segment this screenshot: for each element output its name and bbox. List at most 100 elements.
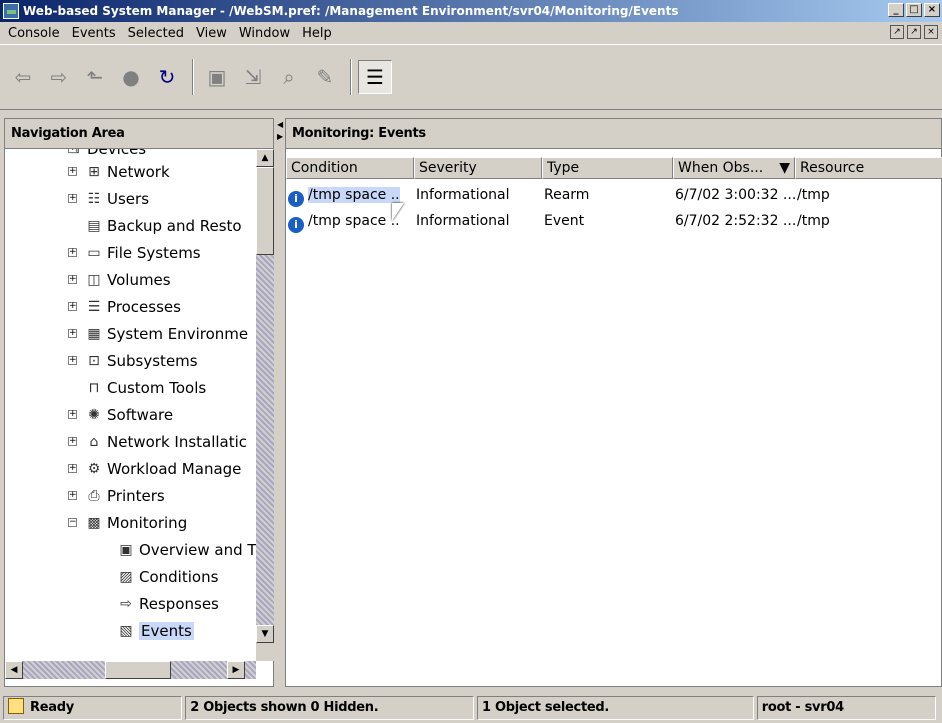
install-icon: ⌂	[89, 433, 99, 450]
tree-item-custom-tools[interactable]: ⊓ Custom Tools	[85, 374, 207, 401]
websm-app-icon	[3, 3, 19, 19]
expand-icon[interactable]: +	[68, 302, 77, 311]
toolbar: ⇦ ⇨ ⬑ ● ↻ ▣ ⇲ ⌕ ✎ ☰	[0, 44, 942, 110]
tree-item-file-systems[interactable]: ▭ File Systems	[85, 239, 200, 266]
sort-descending-icon: ▼	[779, 160, 790, 176]
maximize-button[interactable]: □	[906, 3, 922, 17]
scroll-track[interactable]	[256, 255, 274, 643]
expand-icon[interactable]: +	[68, 437, 77, 446]
column-resource[interactable]: Resource	[795, 157, 942, 179]
menu-help[interactable]: Help	[296, 26, 338, 41]
mouse-pointer-icon	[392, 203, 404, 221]
expand-icon[interactable]: +	[68, 464, 77, 473]
column-when-observed[interactable]: When Obs... ▼	[673, 157, 795, 179]
expand-icon[interactable]: +	[68, 149, 77, 153]
tree-vertical-scrollbar[interactable]: ▲ ▼	[256, 149, 274, 661]
hscroll-thumb[interactable]	[105, 661, 171, 679]
main-content: Monitoring: Events Condition Severity Ty…	[285, 118, 942, 687]
table-row[interactable]: i/tmp space .. Informational Event 6/7/0…	[286, 209, 942, 233]
minimize-button[interactable]: _	[888, 3, 904, 17]
menu-events[interactable]: Events	[66, 26, 122, 41]
overview-icon: ▣	[119, 541, 133, 558]
tree-item-processes[interactable]: ☰ Processes	[85, 293, 181, 320]
stop-icon[interactable]: ●	[114, 60, 148, 94]
processes-icon: ☰	[87, 298, 101, 315]
detach-icon[interactable]: ↗	[890, 25, 904, 39]
up-level-icon[interactable]: ⬑	[78, 60, 112, 94]
users-icon: ☷	[87, 190, 101, 207]
toolbar-separator-2	[350, 59, 352, 95]
menu-console[interactable]: Console	[2, 26, 66, 41]
find-icon[interactable]: ▣	[200, 60, 234, 94]
menu-window[interactable]: Window	[233, 26, 296, 41]
tree-item-subsystems[interactable]: ⊡ Subsystems	[85, 347, 197, 374]
tree-item-volumes[interactable]: ◫ Volumes	[85, 266, 170, 293]
tree-item-workload-manager[interactable]: ⚙ Workload Manage	[85, 455, 242, 482]
detach-all-icon[interactable]: ↗	[907, 25, 921, 39]
cell-severity: Informational	[416, 187, 510, 203]
table-row[interactable]: i/tmp space .. Informational Rearm 6/7/0…	[286, 183, 942, 207]
lock-icon	[8, 697, 24, 714]
cell-condition: /tmp space ..	[308, 187, 400, 203]
responses-icon: ⇨	[120, 595, 132, 612]
tree-item-network-installation[interactable]: ⌂ Network Installatic	[85, 428, 248, 455]
properties-icon[interactable]: ☰	[358, 60, 392, 94]
info-icon: i	[288, 191, 304, 207]
tree-item-events[interactable]: ▧ Events	[117, 617, 194, 644]
scroll-down-button[interactable]: ▼	[256, 625, 274, 643]
main-header: Monitoring: Events	[286, 119, 941, 149]
export-icon[interactable]: ⇲	[236, 60, 270, 94]
menu-view[interactable]: View	[190, 26, 233, 41]
back-icon[interactable]: ⇦	[6, 60, 40, 94]
window-title: Web-based System Manager - /WebSM.pref: …	[23, 4, 679, 18]
cell-when-observed: 6/7/02 2:52:32 ...	[675, 213, 795, 229]
tree-horizontal-scrollbar[interactable]: ◀ ▶	[5, 661, 256, 679]
tree-item-overview[interactable]: ▣ Overview and T	[117, 536, 256, 563]
collapse-left-icon[interactable]: ◀	[277, 120, 283, 129]
expand-icon[interactable]: +	[68, 248, 77, 257]
scroll-left-button[interactable]: ◀	[5, 661, 23, 679]
tree-item-software[interactable]: ✺ Software	[85, 401, 173, 428]
scroll-thumb[interactable]	[256, 167, 274, 255]
column-type[interactable]: Type	[542, 157, 673, 179]
pane-splitter[interactable]: ◀ ▶	[276, 118, 284, 687]
collapse-right-icon[interactable]: ▶	[277, 132, 283, 141]
volumes-icon: ◫	[87, 271, 101, 288]
expand-icon[interactable]: +	[68, 329, 77, 338]
expand-icon[interactable]: +	[68, 275, 77, 284]
events-table-header: Condition Severity Type When Obs... ▼ Res…	[286, 157, 942, 179]
tree-item-users[interactable]: ☷ Users	[85, 185, 149, 212]
expand-icon[interactable]: +	[68, 491, 77, 500]
tree-item-network[interactable]: ⊞ Network	[85, 158, 170, 185]
monitor-icon: ▩	[87, 514, 101, 531]
cell-resource: /tmp	[797, 213, 830, 229]
network-icon: ⊞	[88, 163, 100, 180]
tree-item-conditions[interactable]: ▨ Conditions	[117, 563, 218, 590]
forward-icon[interactable]: ⇨	[42, 60, 76, 94]
search-icon[interactable]: ⌕	[272, 60, 306, 94]
software-icon: ✺	[88, 406, 100, 423]
edit-icon[interactable]: ✎	[308, 60, 342, 94]
expand-icon[interactable]: +	[68, 356, 77, 365]
navigation-area: Navigation Area ⊟Devices + ⊞Network + ☷U…	[4, 118, 274, 687]
expand-icon[interactable]: +	[68, 194, 77, 203]
tree-item-responses[interactable]: ⇨ Responses	[117, 590, 219, 617]
menu-bar: Console Events Selected View Window Help…	[0, 22, 942, 44]
column-severity[interactable]: Severity	[414, 157, 542, 179]
tree-item-system-environment[interactable]: ▦ System Environme	[85, 320, 248, 347]
menu-selected[interactable]: Selected	[122, 26, 190, 41]
expand-icon[interactable]: +	[68, 410, 77, 419]
column-condition[interactable]: Condition	[286, 157, 414, 179]
scroll-up-button[interactable]: ▲	[256, 149, 274, 167]
printer-icon: ⎙	[88, 487, 100, 504]
tree-item-printers[interactable]: ⎙ Printers	[85, 482, 164, 509]
tree-item-monitoring[interactable]: ▩ Monitoring	[85, 509, 187, 536]
close-button[interactable]: ×	[924, 3, 940, 17]
scroll-right-button[interactable]: ▶	[227, 661, 245, 679]
close-console-icon[interactable]: ×	[924, 25, 938, 39]
tree-item-backup[interactable]: ▤ Backup and Resto	[85, 212, 241, 239]
expand-icon[interactable]: +	[68, 167, 77, 176]
status-objects: 2 Objects shown 0 Hidden.	[185, 695, 474, 720]
refresh-icon[interactable]: ↻	[150, 60, 184, 94]
collapse-icon[interactable]: −	[68, 518, 77, 527]
